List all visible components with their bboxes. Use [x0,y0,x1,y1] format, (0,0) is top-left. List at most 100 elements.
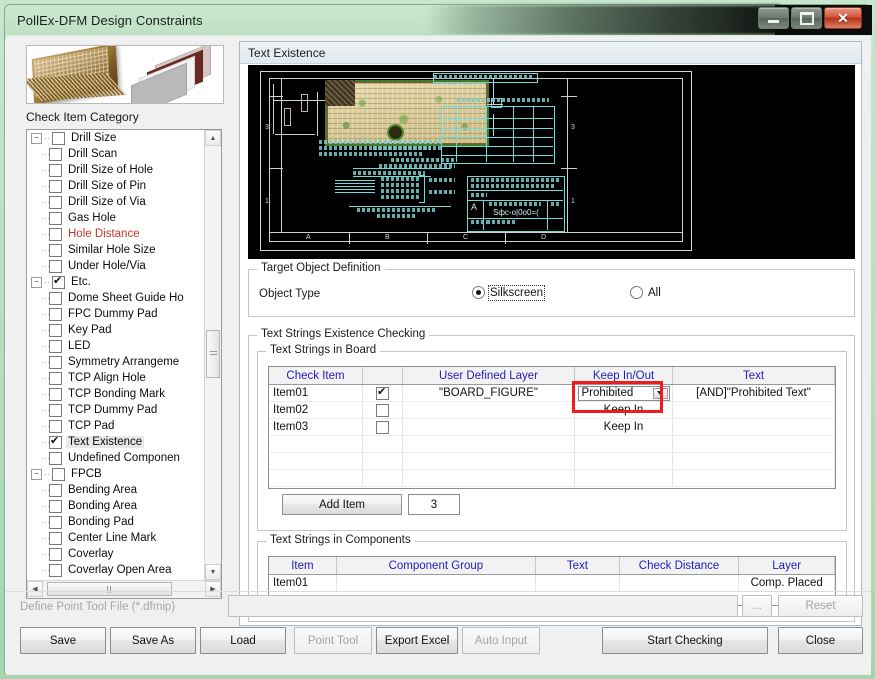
tree-item-checkbox[interactable] [49,307,62,321]
tree-item-drill-size-of-via[interactable]: ···· Drill Size of Via [27,194,204,210]
board-cell-user-defined-layer[interactable]: "BOARD_FIGURE" [403,385,575,401]
tree-item-coverlay-open-area[interactable]: ···· Coverlay Open Area [27,562,204,578]
board-cell-user-defined-layer[interactable] [403,419,575,435]
board-column-header-keep-in-out[interactable]: Keep In/Out [575,367,673,384]
board-cell-text[interactable]: [AND]"Prohibited Text" [673,385,835,401]
tree-item-checkbox[interactable] [49,211,62,225]
tree-item-bending-area[interactable]: ···· Bending Area [27,482,204,498]
component-column-header-item[interactable]: Item [269,557,337,574]
board-cell-enabled[interactable] [363,385,403,401]
vertical-scroll-thumb[interactable] [206,330,220,378]
tree-item-tcp-pad[interactable]: ···· TCP Pad [27,418,204,434]
tree-item-drill-size-of-pin[interactable]: ···· Drill Size of Pin [27,178,204,194]
tree-item-checkbox[interactable] [49,547,62,561]
board-cell-text[interactable] [673,402,835,418]
component-cell-layer[interactable]: Comp. Placed [739,575,835,591]
save-button[interactable]: Save [20,627,106,654]
tree-item-checkbox[interactable] [49,499,62,513]
board-cell-keep-in-out[interactable]: Keep In [575,402,673,418]
title-bar[interactable]: PollEx-DFM Design Constraints ✕ [5,5,872,35]
component-column-header-check-distance[interactable]: Check Distance [620,557,740,574]
tree-item-bonding-pad[interactable]: ···· Bonding Pad [27,514,204,530]
board-cell-keep-in-out[interactable]: Prohibited [575,385,673,401]
tree-item-etc[interactable]: −·· Etc. [27,274,204,290]
tree-item-checkbox[interactable] [49,483,62,497]
component-cell-text[interactable] [536,575,620,591]
tree-item-checkbox[interactable] [49,419,62,433]
radio-all[interactable]: All [630,286,661,299]
board-cell-check-item[interactable]: Item02 [269,402,363,418]
board-cell-user-defined-layer[interactable] [403,402,575,418]
minimize-button[interactable] [758,7,789,29]
item-count-field[interactable]: 3 [408,494,460,515]
tree-item-drill-size-of-hole[interactable]: ···· Drill Size of Hole [27,162,204,178]
board-row-checkbox[interactable] [376,403,389,417]
check-item-tree[interactable]: − ·· Drill Size ···· Drill Scan ···· Drill Siz… [26,129,222,599]
board-table-row[interactable]: Item03 Keep In [269,419,835,436]
board-text-grid[interactable]: Check Item User Defined Layer Keep In/Out T… [268,366,836,489]
tree-item-checkbox[interactable] [49,515,62,529]
board-table-row[interactable]: Item01 "BOARD_FIGURE" Prohibited [AND]"Proh… [269,385,835,402]
tree-item-checkbox[interactable] [49,291,62,305]
board-table-empty-row[interactable] [269,470,835,487]
board-column-header-user-defined-layer[interactable]: User Defined Layer [403,367,575,384]
board-cell-text[interactable] [673,419,835,435]
board-cell-check-item[interactable]: Item03 [269,419,363,435]
tree-item-checkbox[interactable] [49,434,62,449]
close-button[interactable]: ✕ [824,7,862,29]
tree-item-checkbox[interactable] [49,339,62,353]
tree-item-checkbox[interactable] [49,195,62,209]
tree-item-similar-hole-size[interactable]: ···· Similar Hole Size [27,242,204,258]
board-cell-enabled[interactable] [363,402,403,418]
chevron-down-icon[interactable] [652,387,668,399]
tree-item-key-pad[interactable]: ···· Key Pad [27,322,204,338]
add-item-button[interactable]: Add Item [282,494,402,515]
tree-item-checkbox[interactable] [49,179,62,193]
close-button-footer[interactable]: Close [778,627,863,654]
tree-item-tcp-bonding-mark[interactable]: ···· TCP Bonding Mark [27,386,204,402]
tree-item-checkbox[interactable] [49,403,62,417]
tree-item-dome-sheet-guide-ho[interactable]: ···· Dome Sheet Guide Ho [27,290,204,306]
board-column-header-check[interactable] [363,367,403,384]
keep-in-out-dropdown[interactable]: Prohibited [577,385,670,401]
tree-item-checkbox[interactable] [52,131,65,145]
auto-input-button[interactable]: Auto Input [462,627,540,654]
tree-item-checkbox[interactable] [49,371,62,385]
component-cell-component-group[interactable] [337,575,537,591]
tree-item-checkbox[interactable] [49,323,62,337]
tree-item-checkbox[interactable] [49,147,62,161]
define-point-tool-file-input[interactable] [228,595,738,617]
component-cell-check-distance[interactable] [620,575,740,591]
component-cell-item[interactable]: Item01 [269,575,337,591]
board-cell-keep-in-out[interactable]: Keep In [575,419,673,435]
tree-item-gas-hole[interactable]: ···· Gas Hole [27,210,204,226]
radio-silkscreen[interactable]: Silkscreen [472,284,546,301]
tree-item-checkbox[interactable] [49,243,62,257]
tree-item-checkbox[interactable] [49,531,62,545]
tree-item-checkbox[interactable] [52,467,65,481]
tree-expander-icon[interactable]: − [31,276,42,288]
board-table-empty-row[interactable] [269,436,835,453]
tree-item-tcp-dummy-pad[interactable]: ···· TCP Dummy Pad [27,402,204,418]
tree-item-center-line-mark[interactable]: ···· Center Line Mark [27,530,204,546]
load-button[interactable]: Load [200,627,286,654]
tree-item-drill-scan[interactable]: ···· Drill Scan [27,146,204,162]
scroll-up-icon[interactable]: ▲ [205,130,221,146]
tree-item-undefined-componen[interactable]: ···· Undefined Componen [27,450,204,466]
component-column-header-component-group[interactable]: Component Group [337,557,537,574]
component-column-header-layer[interactable]: Layer [739,557,835,574]
export-excel-button[interactable]: Export Excel [376,627,458,654]
tree-item-checkbox[interactable] [52,274,65,289]
tree-item-checkbox[interactable] [49,451,62,465]
tree-item-checkbox[interactable] [49,163,62,177]
board-column-header-text[interactable]: Text [673,367,835,384]
tree-item-hole-distance[interactable]: ···· Hole Distance [27,226,204,242]
component-column-header-text[interactable]: Text [536,557,620,574]
board-row-checkbox[interactable] [376,420,389,434]
tree-expander-icon[interactable]: − [31,468,42,480]
tree-expander-icon[interactable]: − [31,132,42,144]
save-as-button[interactable]: Save As [110,627,196,654]
tree-item-checkbox[interactable] [49,355,62,369]
component-table-row[interactable]: Item01 Comp. Placed [269,575,835,592]
tree-item-drill-size[interactable]: − ·· Drill Size [27,130,204,146]
